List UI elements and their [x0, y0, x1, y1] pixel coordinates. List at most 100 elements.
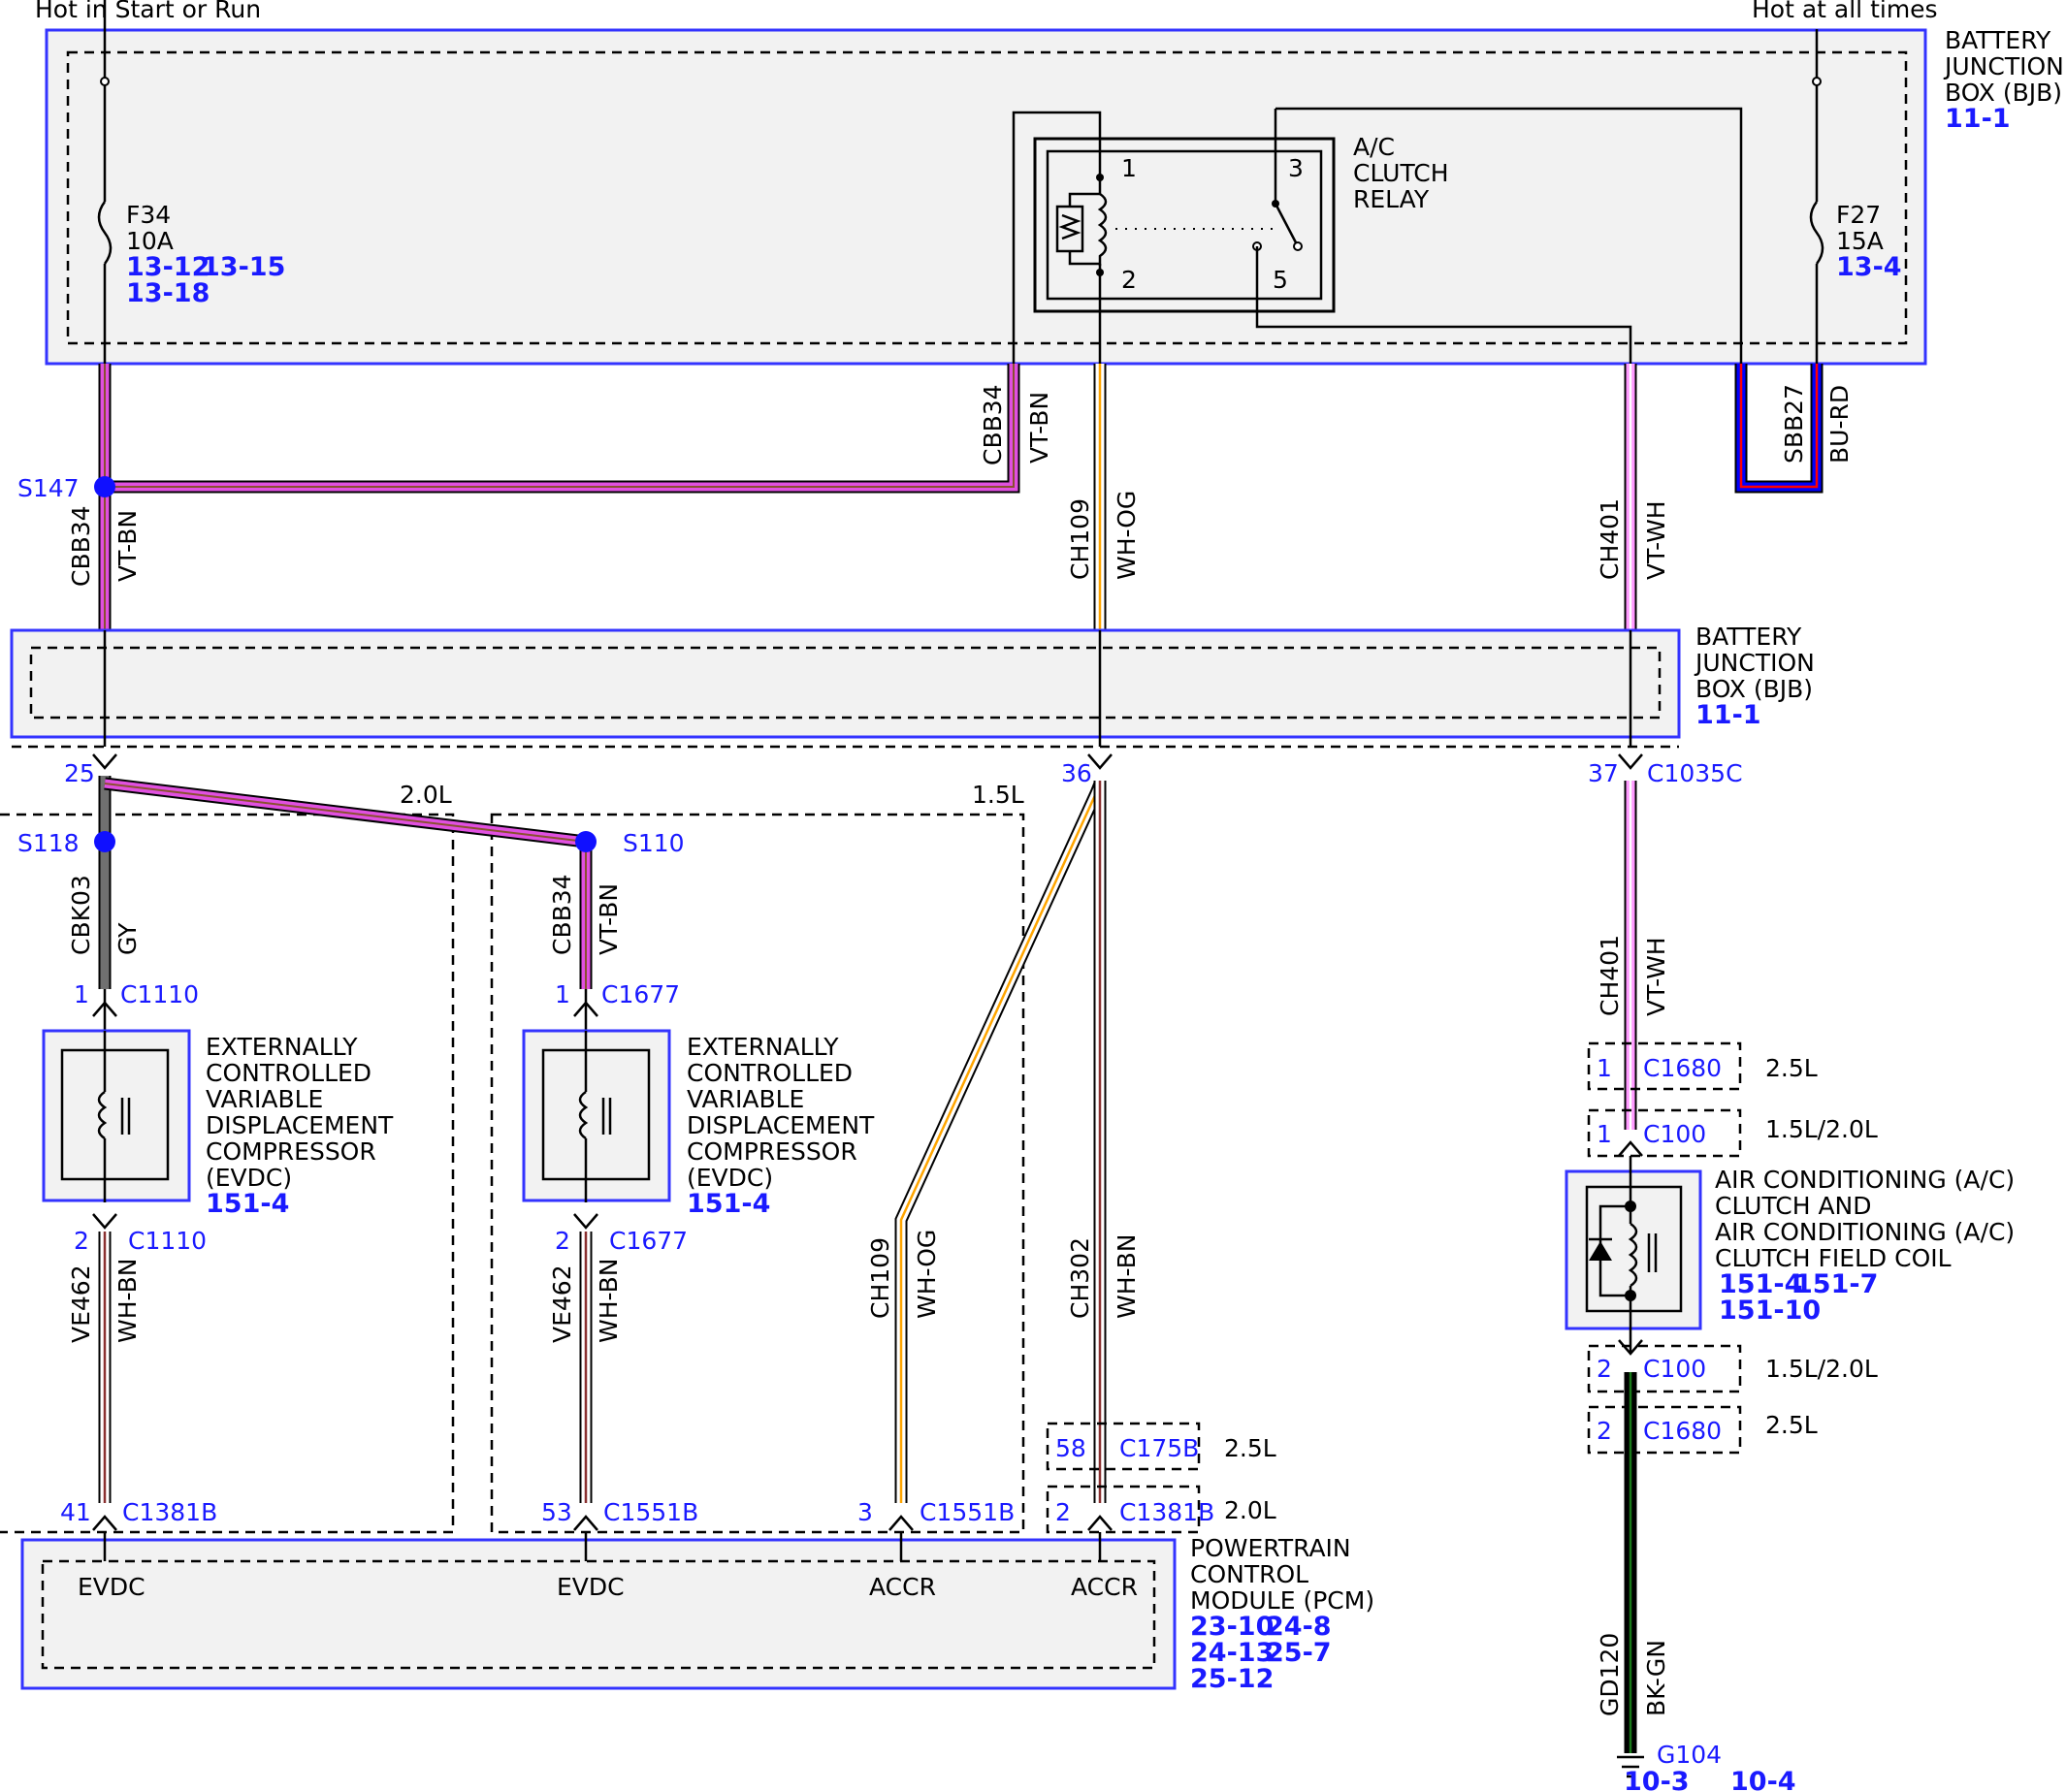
ac-coil-l4: CLUTCH FIELD COIL: [1715, 1244, 1952, 1272]
ac-coil-ref3: 151-10: [1719, 1296, 1821, 1326]
c1680-top-variant: 2.5L: [1765, 1054, 1818, 1082]
evdc-left-c1110-top: C1110: [120, 980, 199, 1008]
cbb34-top-bn: [105, 364, 1015, 488]
relay-pin5: 5: [1273, 266, 1288, 294]
pcm-c1551b-left: C1551B: [603, 1498, 698, 1526]
cbk03-code: CBK03: [67, 875, 95, 955]
c175b-pin: 58: [1055, 1434, 1086, 1462]
pin36-label: 36: [1061, 759, 1092, 787]
ac-coil-l2: CLUTCH AND: [1715, 1192, 1872, 1220]
bjb-mid-l3: BOX (BJB): [1695, 675, 1813, 703]
c175b-label: C175B: [1119, 1434, 1199, 1462]
ch401-code-top: CH401: [1596, 498, 1624, 580]
c1035c-label: C1035C: [1647, 759, 1743, 787]
evdc-right-c1677-bot: C1677: [609, 1227, 688, 1255]
ch302-code: CH302: [1066, 1237, 1094, 1319]
ve462-left-color: WH-BN: [113, 1259, 142, 1344]
ground-name: G104: [1657, 1741, 1722, 1769]
relay-l1: A/C: [1353, 133, 1395, 161]
bjb-mid-l1: BATTERY: [1695, 623, 1802, 651]
cbb34-code-top: CBB34: [979, 384, 1007, 465]
s110-splice: [575, 831, 597, 852]
pcm-pin2: 2: [1055, 1498, 1071, 1526]
evdc-left-l1: EXTERNALLY: [206, 1033, 358, 1061]
ch109-color-bot: WH-OG: [913, 1230, 941, 1319]
f27-terminal: [1812, 77, 1822, 86]
c100-top-pin: 1: [1597, 1120, 1612, 1148]
cbb34-diag-bn: [104, 783, 587, 843]
bjb-top-ref: 11-1: [1945, 104, 2011, 134]
ch401-code-bot: CH401: [1596, 935, 1624, 1016]
pcm-c1381b-left: C1381B: [122, 1498, 217, 1526]
pcm-pin-evdc-left: EVDC: [78, 1573, 145, 1601]
hot-all-label: Hot at all times: [1752, 0, 1938, 23]
evdc-left-l4: DISPLACEMENT: [206, 1111, 394, 1139]
f27-name: F27: [1836, 201, 1881, 229]
c1680-bot-variant: 2.5L: [1765, 1411, 1818, 1439]
pcm-pin3-icon: [888, 1515, 914, 1531]
evdc-right-l2: CONTROLLED: [687, 1059, 853, 1087]
evdc-right-l1: EXTERNALLY: [687, 1033, 839, 1061]
evdc-right-l5: COMPRESSOR: [687, 1137, 857, 1166]
ve462-right-color: WH-BN: [595, 1259, 623, 1344]
f27-rating: 15A: [1836, 227, 1884, 255]
c100-bot-variant: 1.5L/2.0L: [1765, 1355, 1878, 1383]
evdc-left-c1110-bot: C1110: [128, 1227, 207, 1255]
pin37-connector-icon: [1618, 753, 1643, 770]
f34-ref2: 13-15: [202, 252, 285, 282]
c100-top-label: C100: [1643, 1120, 1706, 1148]
evdc-left-l5: COMPRESSOR: [206, 1137, 376, 1166]
evdc-right-l3: VARIABLE: [687, 1085, 804, 1113]
f34-terminal: [100, 77, 110, 86]
f34-rating: 10A: [126, 227, 174, 255]
variant-15-label: 1.5L: [972, 781, 1024, 809]
bjb-top-box: [45, 28, 1927, 366]
pcm-pin3: 3: [857, 1498, 873, 1526]
gd120-color: BK-GN: [1642, 1640, 1670, 1716]
evdc-left-l2: CONTROLLED: [206, 1059, 371, 1087]
bjb-top-l3: BOX (BJB): [1945, 79, 2062, 107]
c1680-top-label: C1680: [1643, 1054, 1722, 1082]
cbb34-color-left: VT-BN: [113, 510, 142, 582]
bjb-mid-l2: JUNCTION: [1694, 649, 1815, 677]
pcm-pin53-icon: [573, 1515, 598, 1531]
pcm-pin-accr-right: ACCR: [1071, 1573, 1138, 1601]
pcm-c1551b-right: C1551B: [920, 1498, 1015, 1526]
wiring-diagram: Hot in Start or Run Hot at all times BAT…: [0, 0, 2064, 1792]
evdc-right-pin2: 2: [555, 1227, 570, 1255]
relay-l3: RELAY: [1353, 185, 1430, 213]
s147-label: S147: [17, 474, 80, 502]
evdc-right-c1677-top: C1677: [601, 980, 680, 1008]
relay-pin2: 2: [1121, 266, 1137, 294]
s118-splice: [94, 831, 115, 852]
c1680-bot-pin: 2: [1597, 1417, 1612, 1445]
ground-ref1: 10-3: [1624, 1767, 1690, 1792]
evdc-right-pin2-icon: [573, 1213, 598, 1230]
cbb34-top-vt: [105, 364, 1018, 492]
gd120-code: GD120: [1596, 1633, 1624, 1716]
f34-ref3: 13-18: [126, 278, 210, 308]
pcm-l2: CONTROL: [1190, 1560, 1308, 1588]
relay-pin1: 1: [1121, 154, 1137, 182]
evdc-left-pin2-icon: [92, 1213, 117, 1230]
cbb34-code-s110: CBB34: [548, 874, 576, 955]
pin37-label: 37: [1588, 759, 1619, 787]
c100-top-variant: 1.5L/2.0L: [1765, 1115, 1878, 1143]
evdc-left-ref: 151-4: [206, 1189, 289, 1219]
relay-switch-contact: [1293, 241, 1303, 251]
ch109-diag-outline: [894, 781, 1107, 1503]
ch109-code-top: CH109: [1066, 498, 1094, 580]
c1680-bot-label: C1680: [1643, 1417, 1722, 1445]
ch401-color-bot: VT-WH: [1642, 937, 1670, 1016]
pcm-pin53: 53: [541, 1498, 572, 1526]
pcm-pin-accr-left: ACCR: [869, 1573, 936, 1601]
s147-splice: [94, 476, 115, 497]
pcm-pin2-icon: [1087, 1515, 1113, 1531]
evdc-left-l3: VARIABLE: [206, 1085, 323, 1113]
pcm-pin-evdc-right: EVDC: [557, 1573, 625, 1601]
evdc-left-pin2: 2: [74, 1227, 89, 1255]
ground-ref2: 10-4: [1730, 1767, 1796, 1792]
bjb-mid-ref: 11-1: [1695, 700, 1761, 730]
sbb27-color: BU-RD: [1825, 385, 1854, 464]
c1680-top-pin: 1: [1597, 1054, 1612, 1082]
